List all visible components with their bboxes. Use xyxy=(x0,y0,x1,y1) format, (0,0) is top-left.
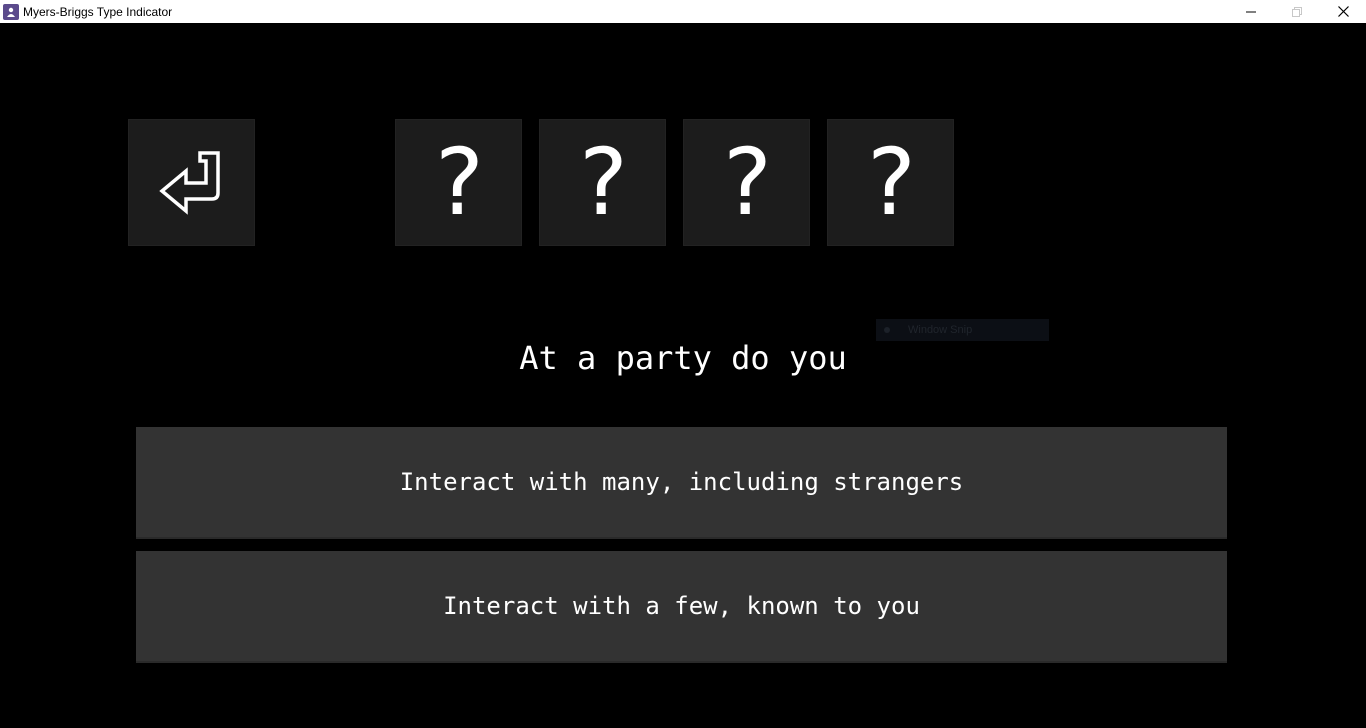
minimize-button[interactable] xyxy=(1228,0,1274,23)
type-slot-4: ? xyxy=(827,119,954,246)
answer-button-1[interactable]: Interact with many, including strangers xyxy=(136,427,1227,539)
close-icon xyxy=(1337,6,1349,17)
title-bar: Myers-Briggs Type Indicator xyxy=(0,0,1366,23)
type-slot-value: ? xyxy=(718,128,775,236)
type-slot-3: ? xyxy=(683,119,810,246)
type-slot-value: ? xyxy=(430,128,487,236)
app-content: ? ? ? ? Window Snip At a party do you In… xyxy=(0,23,1366,728)
type-slot-1: ? xyxy=(395,119,522,246)
answer-button-2[interactable]: Interact with a few, known to you xyxy=(136,551,1227,663)
minimize-icon xyxy=(1246,11,1256,12)
back-button[interactable] xyxy=(128,119,255,246)
question-text: At a party do you xyxy=(519,339,847,377)
type-slot-value: ? xyxy=(574,128,631,236)
snip-icon xyxy=(884,327,890,333)
close-button[interactable] xyxy=(1320,0,1366,23)
return-arrow-icon xyxy=(158,150,220,215)
window-snip-overlay: Window Snip xyxy=(876,319,1049,341)
window-controls xyxy=(1228,0,1366,23)
type-slot-2: ? xyxy=(539,119,666,246)
maximize-button[interactable] xyxy=(1274,0,1320,23)
window-title: Myers-Briggs Type Indicator xyxy=(23,4,173,19)
snip-label: Window Snip xyxy=(908,324,973,336)
restore-icon xyxy=(1292,6,1302,17)
type-slot-value: ? xyxy=(862,128,919,236)
app-icon xyxy=(3,3,19,20)
